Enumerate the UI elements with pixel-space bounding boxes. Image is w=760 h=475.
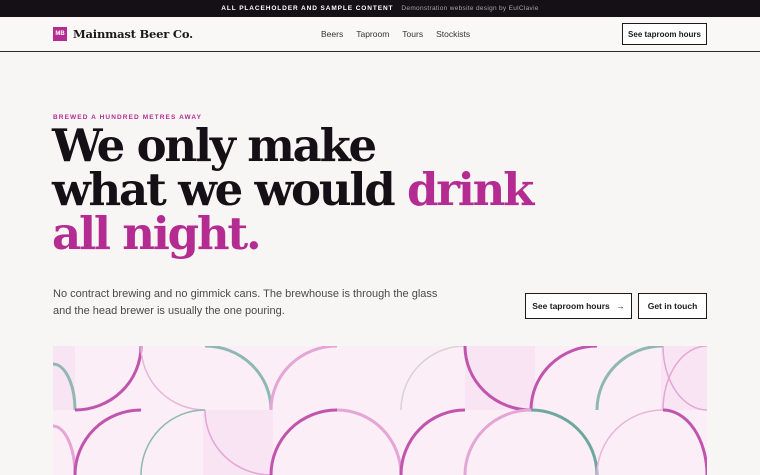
site-header: MB Mainmast Beer Co. Beers Taproom Tours… bbox=[0, 17, 760, 52]
hero-lede: No contract brewing and no gimmick cans.… bbox=[53, 288, 438, 317]
announcement-notice: ALL PLACEHOLDER AND SAMPLE CONTENT bbox=[221, 5, 394, 12]
arc-pattern-graphic bbox=[53, 346, 707, 475]
nav-link-beers[interactable]: Beers bbox=[321, 29, 343, 39]
pattern-background bbox=[53, 346, 707, 475]
pattern-tile bbox=[465, 346, 535, 410]
header-taproom-hours-button[interactable]: See taproom hours bbox=[622, 23, 707, 45]
headline-line-3: all night. bbox=[52, 207, 262, 260]
main-nav: Beers Taproom Tours Stockists bbox=[321, 29, 470, 39]
arrow-right-icon: → bbox=[615, 301, 625, 311]
brand-name: Mainmast Beer Co. bbox=[73, 27, 193, 41]
nav-link-stockists[interactable]: Stockists bbox=[436, 29, 470, 39]
decorative-arc-pattern bbox=[53, 346, 707, 475]
nav-link-tours[interactable]: Tours bbox=[402, 29, 423, 39]
hero-primary-label: See taproom hours bbox=[532, 301, 610, 311]
logo-badge: MB bbox=[53, 27, 67, 41]
pattern-tile bbox=[53, 346, 75, 410]
announcement-credit: Demonstration website design by EulClavi… bbox=[401, 5, 539, 12]
headline-accent-word: drink bbox=[407, 163, 534, 216]
announcement-bar: ALL PLACEHOLDER AND SAMPLE CONTENT Demon… bbox=[0, 0, 760, 17]
hero-get-in-touch-button[interactable]: Get in touch bbox=[638, 293, 707, 319]
nav-link-taproom[interactable]: Taproom bbox=[356, 29, 389, 39]
hero-headline: We only make what we would drink all nig… bbox=[52, 123, 572, 256]
hero-taproom-hours-button[interactable]: See taproom hours → bbox=[525, 293, 632, 319]
brand-logo-link[interactable]: MB Mainmast Beer Co. bbox=[53, 27, 193, 41]
